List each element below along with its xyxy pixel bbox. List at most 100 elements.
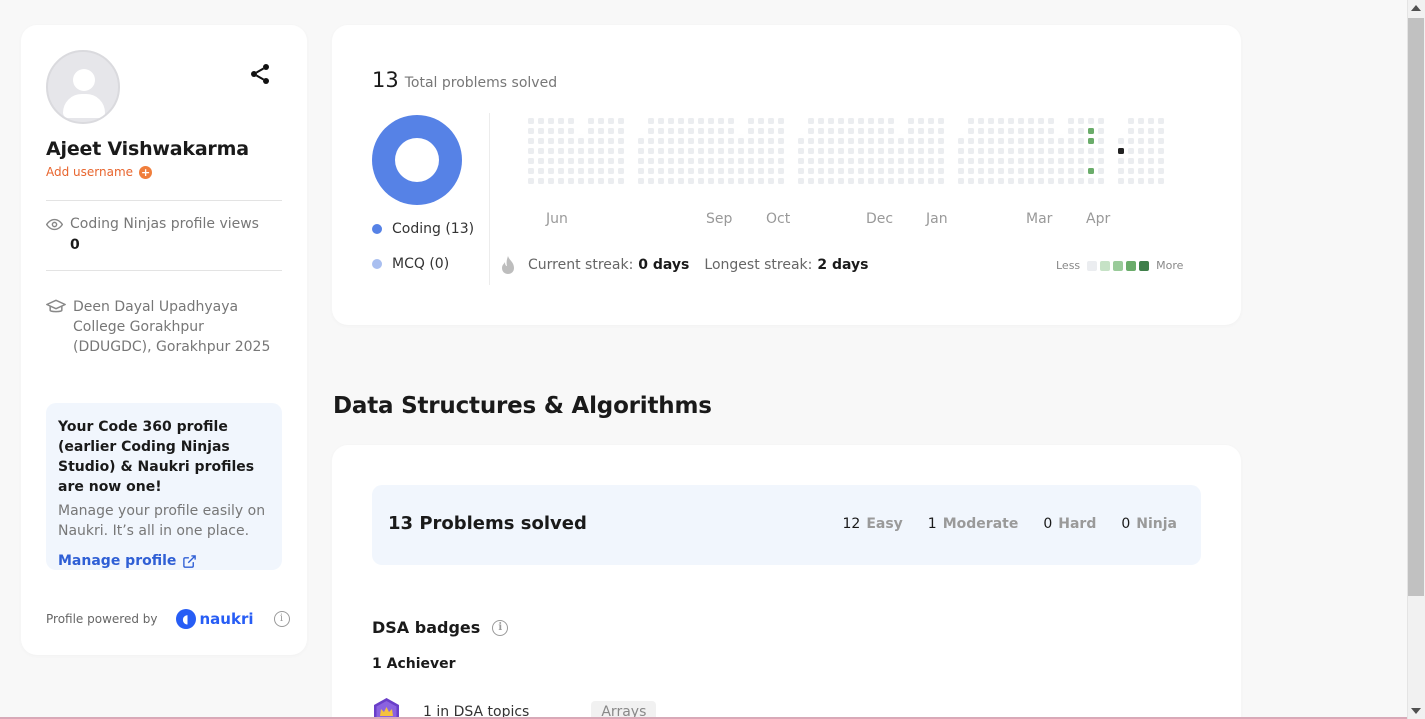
heatmap-cell[interactable]: [938, 148, 944, 154]
heatmap-cell[interactable]: [658, 158, 664, 164]
heatmap-cell[interactable]: [758, 138, 764, 144]
heatmap-cell[interactable]: [828, 158, 834, 164]
heatmap-cell[interactable]: [578, 138, 584, 144]
heatmap-cell[interactable]: [648, 168, 654, 174]
heatmap-cell[interactable]: [648, 148, 654, 154]
heatmap-cell[interactable]: [598, 128, 604, 134]
heatmap-cell[interactable]: [958, 168, 964, 174]
heatmap-cell[interactable]: [928, 118, 934, 124]
heatmap-cell[interactable]: [818, 158, 824, 164]
heatmap-cell[interactable]: [778, 148, 784, 154]
heatmap-cell[interactable]: [728, 148, 734, 154]
heatmap-cell[interactable]: [918, 148, 924, 154]
heatmap-cell[interactable]: [1138, 128, 1144, 134]
heatmap-cell[interactable]: [1138, 178, 1144, 184]
scrollbar-thumb[interactable]: [1408, 18, 1424, 596]
heatmap-cell[interactable]: [838, 138, 844, 144]
heatmap-cell[interactable]: [678, 158, 684, 164]
heatmap-cell[interactable]: [758, 148, 764, 154]
heatmap-cell[interactable]: [578, 158, 584, 164]
heatmap-cell[interactable]: [718, 158, 724, 164]
heatmap-cell[interactable]: [1048, 158, 1054, 164]
heatmap-cell[interactable]: [528, 128, 534, 134]
heatmap-cell[interactable]: [658, 178, 664, 184]
heatmap-cell[interactable]: [888, 138, 894, 144]
heatmap-cell[interactable]: [868, 118, 874, 124]
heatmap-cell[interactable]: [1058, 158, 1064, 164]
heatmap-cell[interactable]: [838, 128, 844, 134]
heatmap-cell[interactable]: [758, 168, 764, 174]
heatmap-cell[interactable]: [558, 138, 564, 144]
heatmap-cell[interactable]: [838, 168, 844, 174]
heatmap-cell[interactable]: [768, 138, 774, 144]
heatmap-cell[interactable]: [1098, 128, 1104, 134]
heatmap-cell[interactable]: [538, 168, 544, 174]
heatmap-cell[interactable]: [738, 168, 744, 174]
heatmap-cell[interactable]: [828, 128, 834, 134]
heatmap-cell[interactable]: [598, 168, 604, 174]
heatmap-cell[interactable]: [538, 128, 544, 134]
heatmap-cell[interactable]: [968, 118, 974, 124]
heatmap-cell[interactable]: [588, 118, 594, 124]
heatmap-cell[interactable]: [1148, 168, 1154, 174]
heatmap-cell[interactable]: [768, 178, 774, 184]
heatmap-cell[interactable]: [808, 148, 814, 154]
heatmap-cell[interactable]: [1018, 168, 1024, 174]
heatmap-cell[interactable]: [848, 118, 854, 124]
heatmap-cell[interactable]: [1048, 148, 1054, 154]
heatmap-cell[interactable]: [778, 178, 784, 184]
heatmap-cell[interactable]: [918, 178, 924, 184]
heatmap-cell[interactable]: [1098, 158, 1104, 164]
heatmap-cell[interactable]: [688, 128, 694, 134]
heatmap-cell[interactable]: [868, 158, 874, 164]
heatmap-cell[interactable]: [568, 168, 574, 174]
heatmap-cell[interactable]: [848, 178, 854, 184]
heatmap-cell[interactable]: [1158, 148, 1164, 154]
heatmap-cell[interactable]: [868, 138, 874, 144]
heatmap-cell[interactable]: [698, 118, 704, 124]
heatmap-cell[interactable]: [708, 178, 714, 184]
heatmap-cell[interactable]: [978, 118, 984, 124]
heatmap-cell[interactable]: [1088, 138, 1094, 144]
heatmap-cell[interactable]: [838, 148, 844, 154]
heatmap-cell[interactable]: [618, 168, 624, 174]
heatmap-cell[interactable]: [538, 118, 544, 124]
heatmap-cell[interactable]: [998, 148, 1004, 154]
heatmap-cell[interactable]: [728, 138, 734, 144]
heatmap-cell[interactable]: [1098, 168, 1104, 174]
heatmap-cell[interactable]: [1008, 158, 1014, 164]
heatmap-cell[interactable]: [998, 118, 1004, 124]
heatmap-cell[interactable]: [1018, 128, 1024, 134]
heatmap-cell[interactable]: [728, 178, 734, 184]
heatmap-cell[interactable]: [938, 158, 944, 164]
heatmap-cell[interactable]: [1038, 178, 1044, 184]
heatmap-cell[interactable]: [678, 118, 684, 124]
heatmap-cell[interactable]: [878, 158, 884, 164]
heatmap-cell[interactable]: [1058, 168, 1064, 174]
heatmap-cell[interactable]: [1148, 138, 1154, 144]
heatmap-cell[interactable]: [558, 148, 564, 154]
heatmap-cell[interactable]: [928, 158, 934, 164]
heatmap-cell[interactable]: [668, 148, 674, 154]
heatmap-cell[interactable]: [748, 128, 754, 134]
heatmap-cell[interactable]: [878, 148, 884, 154]
heatmap-cell[interactable]: [728, 128, 734, 134]
heatmap-cell[interactable]: [1068, 118, 1074, 124]
heatmap-cell[interactable]: [1098, 138, 1104, 144]
heatmap-cell[interactable]: [918, 158, 924, 164]
heatmap-cell[interactable]: [988, 128, 994, 134]
heatmap-cell[interactable]: [608, 148, 614, 154]
heatmap-cell[interactable]: [618, 128, 624, 134]
heatmap-cell[interactable]: [988, 118, 994, 124]
heatmap-cell[interactable]: [1018, 158, 1024, 164]
heatmap-cell[interactable]: [1128, 168, 1134, 174]
heatmap-cell[interactable]: [1068, 138, 1074, 144]
heatmap-cell[interactable]: [558, 158, 564, 164]
heatmap-cell[interactable]: [618, 118, 624, 124]
heatmap-cell[interactable]: [888, 178, 894, 184]
heatmap-cell[interactable]: [908, 128, 914, 134]
manage-profile-link[interactable]: Manage profile: [58, 553, 270, 569]
heatmap-cell[interactable]: [828, 138, 834, 144]
heatmap-cell[interactable]: [738, 138, 744, 144]
heatmap-cell[interactable]: [748, 148, 754, 154]
